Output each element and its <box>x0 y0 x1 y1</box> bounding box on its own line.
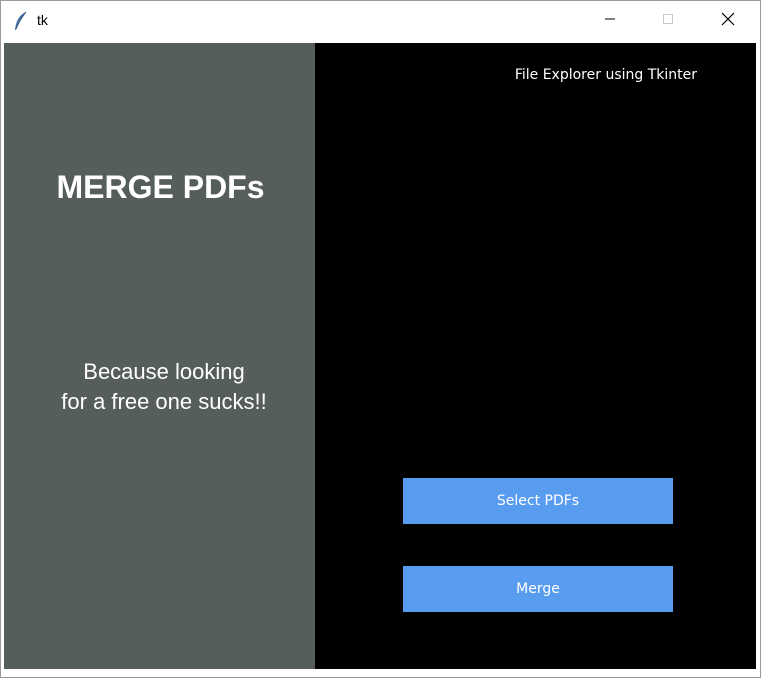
maximize-button[interactable] <box>639 1 697 41</box>
page-title: MERGE PDFs <box>56 169 265 205</box>
right-panel: File Explorer using Tkinter Select PDFs … <box>315 43 756 669</box>
window-content: MERGE PDFs Because looking for a free on… <box>4 43 756 669</box>
title-bar[interactable]: tk <box>1 1 760 41</box>
left-panel: MERGE PDFs Because looking for a free on… <box>4 43 315 669</box>
close-icon <box>721 12 735 31</box>
select-pdfs-button[interactable]: Select PDFs <box>403 478 673 524</box>
file-explorer-label: File Explorer using Tkinter <box>514 67 697 83</box>
window-title: tk <box>37 12 48 28</box>
minimize-button[interactable] <box>581 1 639 41</box>
app-window: tk MERGE PDFs Because looking for a free… <box>0 0 761 678</box>
maximize-icon <box>662 12 674 30</box>
close-button[interactable] <box>699 1 757 41</box>
feather-icon <box>13 11 29 31</box>
minimize-icon <box>604 12 616 30</box>
tagline-text: Because looking for a free one sucks!! <box>61 359 267 414</box>
merge-button[interactable]: Merge <box>403 566 673 612</box>
